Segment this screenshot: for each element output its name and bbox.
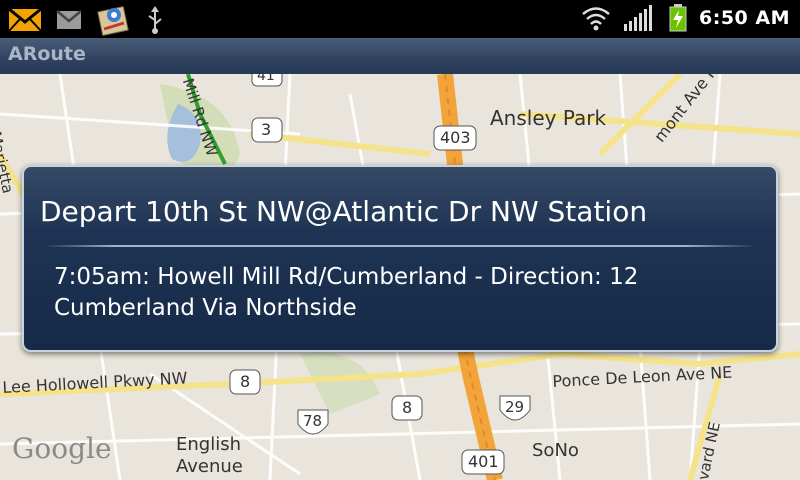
departure-dialog[interactable]: Depart 10th St NW@Atlantic Dr NW Station… [22, 165, 778, 352]
shield-label-8-mid: 8 [402, 398, 413, 417]
map-label-ansley-park: Ansley Park [490, 106, 607, 130]
wifi-icon [582, 7, 610, 31]
battery-charging-icon [669, 4, 687, 32]
mail-icon [8, 7, 42, 32]
app-title-bar: ARoute [0, 38, 800, 75]
dialog-divider [44, 245, 756, 247]
shield-label-41: 41 [257, 74, 275, 84]
signal-icon [624, 5, 652, 31]
google-logo: Google [12, 432, 112, 465]
dialog-message: 7:05am: Howell Mill Rd/Cumberland - Dire… [54, 264, 639, 321]
app-title: ARoute [8, 43, 86, 65]
shield-label-29: 29 [505, 398, 525, 416]
map-label-sono: SoNo [532, 440, 579, 461]
shield-label-8-left: 8 [240, 372, 251, 391]
shield-label-3: 3 [261, 120, 272, 139]
status-bar: 6:50 AM [0, 0, 800, 38]
app-notification-icon [97, 5, 129, 37]
map-label-english-avenue: English Avenue [176, 434, 243, 477]
usb-icon [148, 6, 162, 34]
shield-label-403: 403 [440, 128, 471, 147]
shield-label-401: 401 [468, 452, 499, 471]
shield-label-78: 78 [303, 412, 323, 430]
gmail-icon [56, 10, 82, 29]
status-time: 6:50 AM [699, 7, 790, 29]
dialog-title: Depart 10th St NW@Atlantic Dr NW Station [40, 195, 648, 228]
